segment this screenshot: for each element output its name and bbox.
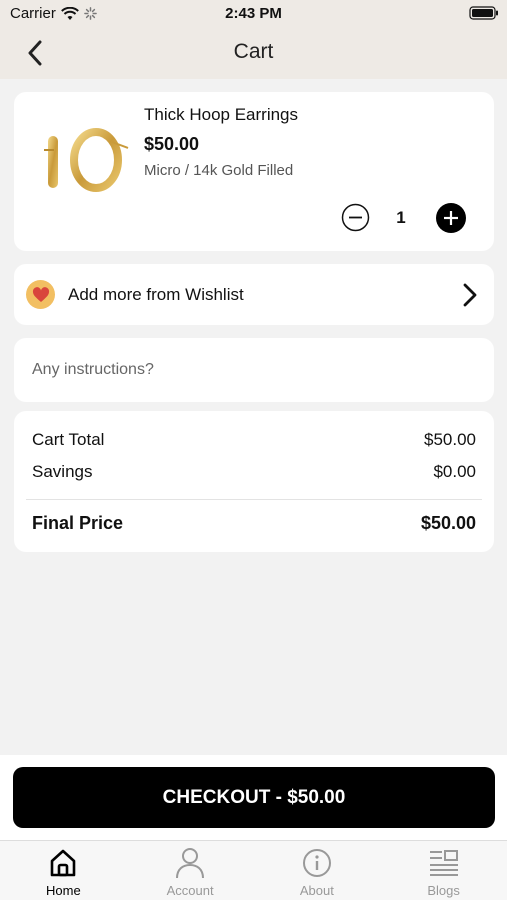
cart-item-card: Thick Hoop Earrings $50.00 Micro / 14k G…: [14, 92, 494, 251]
product-name[interactable]: Thick Hoop Earrings: [144, 105, 298, 125]
nav-header: Cart: [0, 28, 507, 79]
add-from-wishlist-row[interactable]: Add more from Wishlist: [14, 264, 494, 325]
cart-total-row: Cart Total $50.00: [32, 430, 476, 450]
heart-icon: [26, 280, 55, 309]
savings-row: Savings $0.00: [32, 462, 476, 482]
top-bar: Carrier 2:43 PM Cart: [0, 0, 507, 79]
clock: 2:43 PM: [225, 5, 282, 22]
status-bar: Carrier 2:43 PM: [0, 0, 507, 28]
tab-about-label: About: [299, 883, 334, 898]
price-summary: Cart Total $50.00 Savings $0.00 Final Pr…: [14, 411, 494, 552]
final-price-value: $50.00: [420, 513, 476, 533]
home-icon: [51, 849, 76, 877]
instructions-input[interactable]: [32, 356, 472, 384]
product-variant: Micro / 14k Gold Filled: [144, 162, 294, 179]
cart-total-label: Cart Total: [32, 430, 105, 449]
quantity-value: 1: [396, 208, 406, 227]
blogs-icon: [429, 850, 458, 876]
info-icon: [302, 849, 331, 877]
tab-account[interactable]: Account: [127, 841, 254, 900]
cart-total-value: $50.00: [424, 430, 476, 449]
battery-icon: [469, 6, 498, 20]
product-price: $50.00: [144, 134, 200, 154]
tab-account-label: Account: [166, 883, 214, 898]
chevron-right-icon: [460, 281, 480, 309]
increase-quantity-button[interactable]: [436, 203, 466, 233]
tab-about[interactable]: About: [254, 841, 381, 900]
account-icon: [176, 848, 205, 879]
savings-value: $0.00: [433, 462, 476, 481]
final-price-row: Final Price $50.00: [32, 513, 476, 534]
page-title: Cart: [233, 40, 274, 63]
quantity-stepper: 1: [341, 203, 467, 233]
product-image: [44, 128, 129, 192]
summary-divider: [26, 499, 482, 500]
tab-home[interactable]: Home: [0, 841, 127, 900]
wishlist-label: Add more from Wishlist: [68, 285, 244, 304]
tab-home-label: Home: [46, 883, 81, 898]
decrease-quantity-button[interactable]: [341, 203, 370, 232]
checkout-button[interactable]: CHECKOUT - $50.00: [13, 767, 495, 828]
tab-blogs-label: Blogs: [427, 883, 460, 898]
final-price-label: Final Price: [32, 513, 124, 533]
instructions-card: [14, 338, 494, 402]
tab-blogs[interactable]: Blogs: [380, 841, 507, 900]
savings-label: Savings: [32, 462, 93, 481]
tab-bar: Home Account About Blogs: [0, 840, 507, 900]
